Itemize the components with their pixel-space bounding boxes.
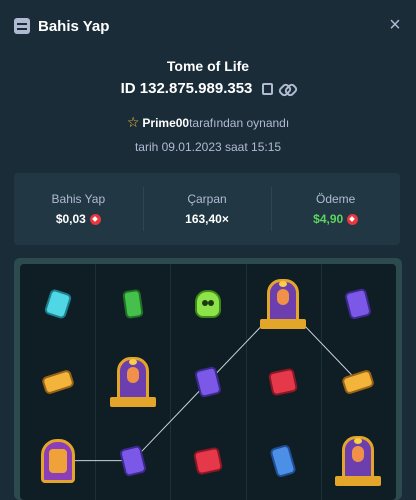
gem-purple-icon (344, 287, 373, 320)
symbol-scroll-bonus (20, 421, 95, 500)
symbol-book-scatter (95, 343, 170, 422)
symbol-gem-purple (321, 264, 396, 343)
symbol-gem-purple (170, 343, 245, 422)
bet-stats-panel: Bahis Yap $0,03 Çarpan 163,40× Ödeme $4,… (14, 173, 400, 245)
symbol-skull-wild (170, 264, 245, 343)
book-icon (107, 353, 159, 411)
stat-multiplier-value-row: 163,40× (185, 212, 229, 226)
slot-board-frame (14, 258, 402, 500)
stat-bet-label: Bahis Yap (51, 192, 106, 206)
symbol-book-scatter (246, 264, 321, 343)
book-icon (257, 275, 309, 333)
skull-icon (194, 289, 221, 318)
gem-yellow-icon (40, 368, 75, 396)
stat-payout-value: $4,90 (313, 212, 344, 226)
modal-title: Bahis Yap (38, 17, 110, 35)
bet-id: ID 132.875.989.353 (120, 80, 253, 97)
symbol-book-scatter (321, 421, 396, 500)
symbol-gem-blue (246, 421, 321, 500)
gem-yellow-icon (341, 368, 376, 396)
game-title[interactable]: Tome of Life (0, 58, 416, 74)
played-by-text: tarafından oynandı (189, 115, 290, 130)
copy-icon[interactable] (262, 82, 274, 95)
gem-blue-icon (269, 443, 297, 479)
stat-payout-label: Ödeme (316, 192, 356, 206)
symbol-gem-purple (95, 421, 170, 500)
slot-board (20, 264, 396, 500)
gem-purple-icon (193, 365, 222, 399)
stat-payout-value-row: $4,90 (313, 212, 359, 226)
bet-slip-icon (14, 18, 30, 34)
stat-payout: Ödeme $4,90 (271, 173, 400, 245)
stat-bet: Bahis Yap $0,03 (14, 173, 143, 245)
close-button[interactable]: × (384, 14, 406, 36)
player-name[interactable]: Prime00 (142, 116, 189, 130)
gem-red-icon (267, 367, 299, 397)
scroll-icon (37, 435, 79, 487)
played-by: ☆ Prime00 tarafından oynandı (0, 114, 416, 131)
symbol-gem-green (95, 264, 170, 343)
gem-red-icon (192, 446, 224, 476)
bet-id-row: ID 132.875.989.353 (0, 80, 416, 97)
gem-green-icon (121, 288, 144, 319)
symbol-gem-red (246, 343, 321, 422)
star-icon: ☆ (126, 114, 140, 130)
gem-cyan-icon (43, 287, 72, 320)
symbol-gem-cyan (20, 264, 95, 343)
stat-multiplier-label: Çarpan (187, 192, 227, 206)
link-icon[interactable] (279, 82, 295, 96)
gem-purple-icon (118, 444, 147, 478)
symbol-gem-yellow (20, 343, 95, 422)
stat-multiplier: Çarpan 163,40× (142, 173, 272, 245)
symbol-gem-yellow (321, 343, 396, 422)
currency-icon (347, 213, 359, 225)
book-icon (332, 432, 384, 490)
modal-header: Bahis Yap (0, 0, 416, 52)
stat-multiplier-value: 163,40× (185, 212, 229, 226)
symbol-gem-red (170, 421, 245, 500)
bet-date: tarih 09.01.2023 saat 15:15 (134, 140, 282, 154)
stat-bet-value: $0,03 (55, 212, 86, 226)
stat-bet-value-row: $0,03 (56, 212, 101, 226)
currency-icon (89, 213, 101, 225)
